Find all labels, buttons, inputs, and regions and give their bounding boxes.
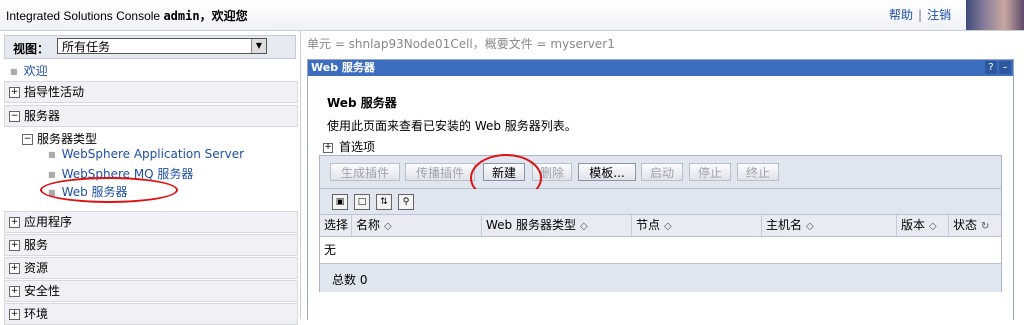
header-links: 帮助 | 注销 xyxy=(889,6,951,23)
column-node[interactable]: 节点 ◇ xyxy=(632,215,762,236)
expand-icon[interactable]: + xyxy=(9,286,20,297)
logout-link[interactable]: 注销 xyxy=(927,8,951,22)
preferences-label: 首选项 xyxy=(339,140,376,154)
collapse-icon[interactable]: − xyxy=(9,111,20,122)
portlet-title-bar: Web 服务器 ? – xyxy=(308,60,1013,76)
nav-label-guided: 指导性活动 xyxy=(24,85,85,99)
nav-section-applications[interactable]: + 应用程序 xyxy=(4,211,298,233)
bullet-icon: ■ xyxy=(48,170,56,179)
nav-label-security: 安全性 xyxy=(24,284,61,298)
nav-section-servers[interactable]: − 服务器 xyxy=(4,105,298,127)
nav-section-guided[interactable]: + 指导性活动 xyxy=(4,81,298,103)
expand-icon[interactable]: + xyxy=(9,217,20,228)
collection-table: 生成插件 传播插件 新建 删除 模板... 启动 停止 终止 ▣ □ ⇅ ⚲ 选… xyxy=(319,154,1002,292)
view-select[interactable]: 所有任务 ▼ xyxy=(57,38,267,54)
bullet-icon: ■ xyxy=(10,67,18,76)
expand-icon[interactable]: + xyxy=(9,87,20,98)
sort-icon[interactable]: ◇ xyxy=(929,221,937,232)
web-servers-portlet: Web 服务器 ? – Web 服务器 使用此页面来查看已安装的 Web 服务器… xyxy=(307,59,1014,320)
app-title-area: Integrated Solutions Console admin，欢迎您 xyxy=(6,7,248,24)
filter-edit-icon[interactable]: ⚲ xyxy=(398,194,414,210)
banner-photo xyxy=(966,0,1024,30)
annotation-circle xyxy=(40,177,178,203)
top-banner: Integrated Solutions Console admin，欢迎您 帮… xyxy=(0,0,1024,31)
column-type-label: Web 服务器类型 xyxy=(486,218,576,232)
sort-icon[interactable]: ◇ xyxy=(580,221,588,232)
link-separator: | xyxy=(918,8,923,22)
nav-label-servers: 服务器 xyxy=(24,109,61,123)
help-icon[interactable]: ? xyxy=(985,61,997,74)
table-header: 选择 名称 ◇ Web 服务器类型 ◇ 节点 ◇ 主机名 ◇ 版本 ◇ 状态 ↻ xyxy=(320,215,1001,237)
table-footer: 总数 0 xyxy=(320,263,1001,292)
expand-icon[interactable]: + xyxy=(9,309,20,320)
app-title: Integrated Solutions Console xyxy=(6,9,161,23)
page-heading: Web 服务器 xyxy=(327,96,397,110)
column-select: 选择 xyxy=(320,215,352,236)
nav-label-server-types: 服务器类型 xyxy=(37,132,98,146)
nav-item-welcome[interactable]: ■ 欢迎 xyxy=(10,62,48,79)
nav-label-services: 服务 xyxy=(24,238,49,252)
deselect-all-icon[interactable]: □ xyxy=(354,194,370,210)
template-button[interactable]: 模板... xyxy=(578,163,636,181)
table-tool-bar: ▣ □ ⇅ ⚲ xyxy=(320,189,1001,215)
nav-item-was[interactable]: ■ WebSphere Application Server xyxy=(48,147,244,161)
select-all-icon[interactable]: ▣ xyxy=(332,194,348,210)
refresh-icon[interactable]: ↻ xyxy=(981,221,989,232)
nav-section-environment[interactable]: + 环境 xyxy=(4,303,298,325)
help-link[interactable]: 帮助 xyxy=(889,8,913,22)
column-status-label: 状态 xyxy=(953,218,978,232)
empty-row: 无 xyxy=(324,243,337,257)
page-description: 使用此页面来查看已安装的 Web 服务器列表。 xyxy=(327,119,577,133)
column-name[interactable]: 名称 ◇ xyxy=(352,215,482,236)
nav-section-security[interactable]: + 安全性 xyxy=(4,280,298,302)
start-button[interactable]: 启动 xyxy=(641,163,683,181)
preferences-toggle[interactable]: + 首选项 xyxy=(323,138,375,155)
column-status[interactable]: 状态 ↻ xyxy=(949,215,1001,236)
generate-plugin-button[interactable]: 生成插件 xyxy=(330,163,400,181)
propagate-plugin-button[interactable]: 传播插件 xyxy=(405,163,475,181)
portlet-title: Web 服务器 xyxy=(311,61,375,74)
nav-label-resources: 资源 xyxy=(24,261,49,275)
welcome-label: 欢迎 xyxy=(23,64,48,78)
navigation-panel: 视图： 所有任务 ▼ ■ 欢迎 + 指导性活动 − 服务器 − 服务器类型 ■ WebSp… xyxy=(0,31,301,325)
column-version-label: 版本 xyxy=(901,218,926,232)
sort-icon[interactable]: ◇ xyxy=(664,221,672,232)
column-type[interactable]: Web 服务器类型 ◇ xyxy=(482,215,632,236)
sort-icon[interactable]: ◇ xyxy=(384,221,392,232)
breadcrumb: 单元 = shnlap93Node01Cell，概要文件 = myserver1 xyxy=(307,37,615,51)
column-host-label: 主机名 xyxy=(766,218,803,232)
stop-button[interactable]: 停止 xyxy=(689,163,731,181)
view-select-value: 所有任务 xyxy=(62,40,111,54)
view-selector-bar: 视图： 所有任务 ▼ xyxy=(4,35,296,59)
minimize-icon[interactable]: – xyxy=(999,61,1011,74)
column-node-label: 节点 xyxy=(636,218,661,232)
terminate-button[interactable]: 终止 xyxy=(737,163,779,181)
button-bar: 生成插件 传播插件 新建 删除 模板... 启动 停止 终止 xyxy=(320,154,1001,202)
nav-label-applications: 应用程序 xyxy=(24,215,73,229)
column-host[interactable]: 主机名 ◇ xyxy=(762,215,897,236)
nav-section-services[interactable]: + 服务 xyxy=(4,234,298,256)
column-name-label: 名称 xyxy=(356,218,381,232)
nav-section-resources[interactable]: + 资源 xyxy=(4,257,298,279)
total-count: 总数 0 xyxy=(332,273,368,287)
user-greeting: admin，欢迎您 xyxy=(163,9,248,23)
nav-item-server-types[interactable]: − 服务器类型 xyxy=(22,130,97,147)
column-version[interactable]: 版本 ◇ xyxy=(897,215,949,236)
view-label: 视图： xyxy=(13,42,50,56)
chevron-down-icon[interactable]: ▼ xyxy=(251,39,266,53)
expand-icon[interactable]: + xyxy=(9,240,20,251)
collapse-icon[interactable]: − xyxy=(22,134,33,145)
expand-icon[interactable]: + xyxy=(323,142,333,153)
filter-icon[interactable]: ⇅ xyxy=(376,194,392,210)
bullet-icon: ■ xyxy=(48,150,56,159)
nav-label-was: WebSphere Application Server xyxy=(61,147,245,161)
expand-icon[interactable]: + xyxy=(9,263,20,274)
sort-icon[interactable]: ◇ xyxy=(806,221,814,232)
